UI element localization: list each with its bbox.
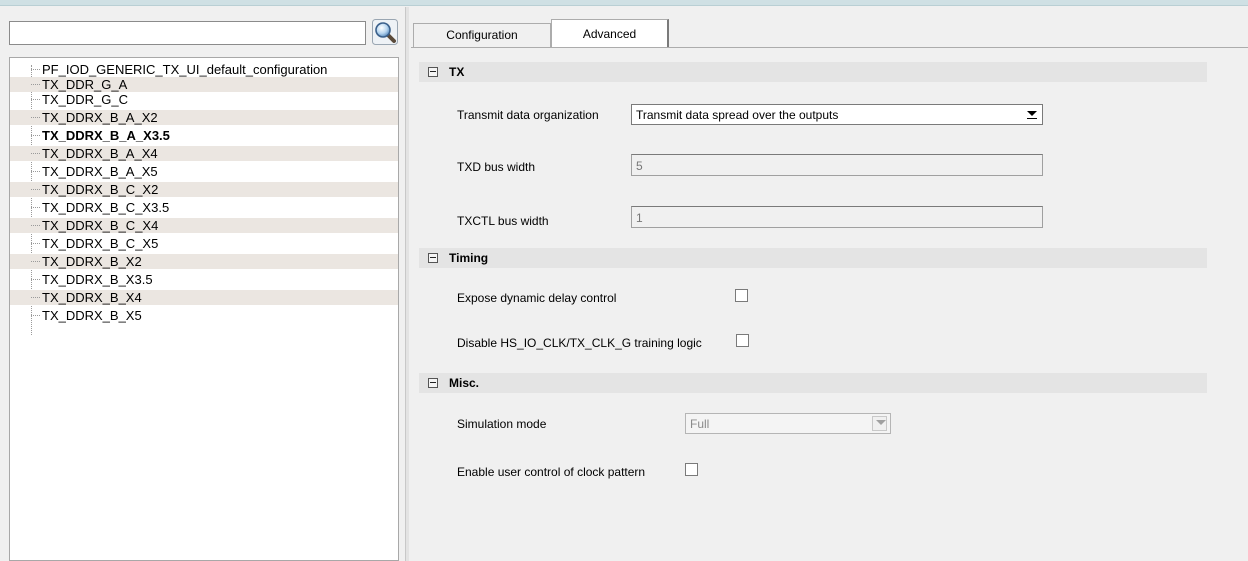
dropdown-arrow-icon[interactable]: [872, 416, 887, 431]
field-value: 5: [636, 159, 643, 173]
tree-item[interactable]: TX_DDRX_B_C_X3.5: [10, 200, 398, 215]
tree-item[interactable]: TX_DDRX_B_A_X2: [10, 110, 398, 125]
tree-item[interactable]: TX_DDRX_B_C_X5: [10, 236, 398, 251]
config-list-panel: PF_IOD_GENERIC_TX_UI_default_configurati…: [0, 7, 405, 561]
section-title: Misc.: [449, 376, 480, 390]
collapse-icon[interactable]: [428, 378, 438, 388]
section-title: Timing: [449, 251, 489, 265]
magnifier-icon: [372, 19, 398, 45]
txd-bus-width-label: TXD bus width: [457, 160, 536, 174]
tab-advanced[interactable]: Advanced: [551, 19, 669, 47]
search-input[interactable]: [9, 21, 366, 45]
title-strip: [0, 0, 1248, 6]
section-tx-header[interactable]: TX: [419, 62, 1207, 82]
advanced-tab-content: TX Transmit data organization Transmit d…: [411, 47, 1248, 561]
tree-item[interactable]: TX_DDRX_B_A_X4: [10, 146, 398, 161]
txctl-bus-width-label: TXCTL bus width: [457, 214, 549, 228]
section-misc-header[interactable]: Misc.: [419, 373, 1207, 393]
tree-item[interactable]: TX_DDRX_B_C_X2: [10, 182, 398, 197]
dropdown-arrow-icon[interactable]: [1024, 108, 1039, 121]
expose-dynamic-delay-checkbox[interactable]: [735, 289, 748, 302]
select-value: Full: [690, 417, 710, 431]
tree-item[interactable]: TX_DDRX_B_X4: [10, 290, 398, 305]
select-value: Transmit data spread over the outputs: [636, 108, 839, 122]
simulation-mode-select[interactable]: Full: [685, 413, 891, 434]
tree-item[interactable]: TX_DDRX_B_X3.5: [10, 272, 398, 287]
configuration-tree: PF_IOD_GENERIC_TX_UI_default_configurati…: [9, 57, 399, 561]
tree-item[interactable]: TX_DDRX_B_X2: [10, 254, 398, 269]
txd-bus-width-field[interactable]: 5: [631, 154, 1043, 176]
transmit-data-organization-label: Transmit data organization: [457, 108, 599, 122]
disable-training-logic-label: Disable HS_IO_CLK/TX_CLK_G training logi…: [457, 336, 702, 350]
collapse-icon[interactable]: [428, 253, 438, 263]
tree-item[interactable]: TX_DDRX_B_A_X5: [10, 164, 398, 179]
disable-training-logic-checkbox[interactable]: [736, 334, 749, 347]
collapse-icon[interactable]: [428, 67, 438, 77]
simulation-mode-label: Simulation mode: [457, 417, 547, 431]
expose-dynamic-delay-label: Expose dynamic delay control: [457, 291, 617, 305]
clock-pattern-checkbox[interactable]: [685, 463, 698, 476]
search-button[interactable]: [372, 19, 398, 45]
tab-configuration[interactable]: Configuration: [413, 23, 551, 47]
clock-pattern-label: Enable user control of clock pattern: [457, 465, 646, 479]
settings-panel: Configuration Advanced TX Transmit data …: [409, 7, 1248, 561]
tree-item[interactable]: TX_DDRX_B_C_X4: [10, 218, 398, 233]
tree-item[interactable]: TX_DDR_G_A: [10, 77, 398, 92]
section-timing-header[interactable]: Timing: [419, 248, 1207, 268]
tree-item[interactable]: TX_DDRX_B_X5: [10, 308, 398, 323]
transmit-data-organization-select[interactable]: Transmit data spread over the outputs: [631, 104, 1043, 125]
tree-item-selected[interactable]: TX_DDRX_B_A_X3.5: [10, 128, 398, 143]
tree-item[interactable]: PF_IOD_GENERIC_TX_UI_default_configurati…: [10, 62, 398, 77]
txctl-bus-width-field[interactable]: 1: [631, 206, 1043, 228]
section-title: TX: [449, 65, 465, 79]
field-value: 1: [636, 211, 643, 225]
tree-item[interactable]: TX_DDR_G_C: [10, 92, 398, 107]
